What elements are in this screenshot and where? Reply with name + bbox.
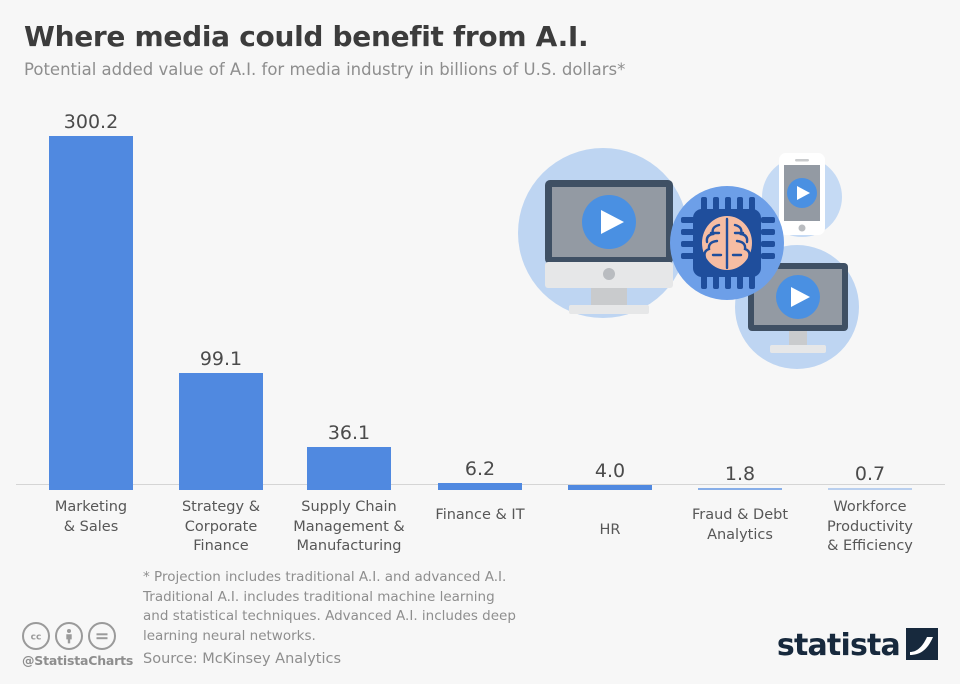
category-label-1-line-0: Strategy & [181, 499, 261, 515]
bar-1[interactable] [179, 373, 263, 490]
bar-group-5: 1.8 Fraud & Debt Analytics [675, 106, 805, 543]
bar-group-6: 0.7 Workforce Productivity & Efficiency [805, 106, 935, 554]
bar-value-3: 6.2 [464, 457, 496, 480]
bar-group-4: 4.0 HR [545, 106, 675, 538]
bar-value-5: 1.8 [724, 462, 756, 485]
bar-3[interactable] [438, 482, 522, 490]
category-label-5-line-0: Fraud & Debt [691, 507, 789, 523]
statista-handle[interactable]: @StatistaCharts [22, 653, 137, 668]
svg-text:cc: cc [31, 633, 42, 643]
bar-value-4: 4.0 [594, 460, 626, 483]
category-label-4-line-0: HR [599, 522, 621, 538]
category-label-6-line-2: & Efficiency [827, 538, 913, 554]
bar-group-3: 6.2 Finance & IT [415, 106, 545, 523]
bar-5[interactable] [698, 487, 782, 490]
cc-icon[interactable]: cc [22, 622, 50, 650]
bar-group-2: 36.1 Supply Chain Management & Manufactu… [284, 106, 414, 554]
category-label-6: Workforce Productivity & Efficiency [805, 498, 935, 557]
footnote: * Projection includes traditional A.I. a… [143, 568, 573, 646]
bar-6[interactable] [828, 488, 912, 490]
bar-value-1: 99.1 [199, 348, 243, 370]
footnote-line-3: and statistical techniques. Advanced A.I… [143, 608, 516, 624]
bar-value-0: 300.2 [63, 110, 119, 133]
statista-logo-text: statista [776, 628, 901, 663]
category-label-0-line-0: Marketing [54, 499, 128, 515]
category-label-2-line-2: Manufacturing [296, 538, 402, 554]
category-label-5: Fraud & Debt Analytics [675, 506, 805, 545]
category-label-3-line-0: Finance & IT [435, 507, 525, 523]
page-subtitle: Potential added value of A.I. for media … [24, 60, 626, 79]
category-label-1-line-2: Finance [193, 538, 249, 554]
category-label-2: Supply Chain Management & Manufacturing [284, 498, 414, 557]
category-label-0-line-1: & Sales [63, 518, 119, 535]
category-label-2-line-1: Management & [293, 518, 405, 535]
category-label-4: HR [545, 521, 675, 541]
category-label-1-line-1: Corporate [184, 518, 258, 535]
bar-value-2: 36.1 [327, 422, 371, 445]
bar-2[interactable] [307, 447, 391, 490]
cc-by-icon[interactable] [55, 622, 83, 650]
bar-4[interactable] [568, 485, 652, 490]
category-label-1: Strategy & Corporate Finance [156, 498, 286, 557]
page-title: Where media could benefit from A.I. [24, 20, 589, 53]
category-label-6-line-1: Productivity [827, 518, 913, 535]
footnote-line-2: Traditional A.I. includes traditional ma… [143, 588, 495, 605]
footnote-line-4: learning neural networks. [143, 627, 316, 644]
bar-group-0: 300.2 Marketing & Sales [26, 106, 156, 535]
category-label-2-line-0: Supply Chain [301, 499, 397, 515]
statista-logo[interactable]: statista [777, 628, 938, 664]
bar-value-6: 0.7 [854, 463, 886, 485]
cc-badge-group: cc [22, 622, 137, 650]
cc-nd-icon[interactable] [88, 622, 116, 650]
bar-group-1: 99.1 Strategy & Corporate Finance [156, 106, 286, 554]
category-label-0: Marketing & Sales [26, 498, 156, 537]
chart-header: Where media could benefit from A.I. Pote… [24, 20, 904, 81]
category-label-6-line-0: Workforce [833, 499, 907, 515]
license-block: cc @StatistaCharts [22, 622, 137, 668]
statista-infographic: Where media could benefit from A.I. Pote… [0, 0, 960, 684]
category-label-5-line-1: Analytics [707, 526, 773, 543]
bar-chart-plot-area: 300.2 Marketing & Sales 99.1 Strategy & … [0, 100, 960, 554]
bar-0[interactable] [49, 135, 133, 490]
source-text: Source: McKinsey Analytics [143, 651, 342, 667]
footnote-line-1: * Projection includes traditional A.I. a… [143, 569, 507, 585]
category-label-3: Finance & IT [415, 506, 545, 526]
statista-swoosh-icon [906, 628, 938, 664]
